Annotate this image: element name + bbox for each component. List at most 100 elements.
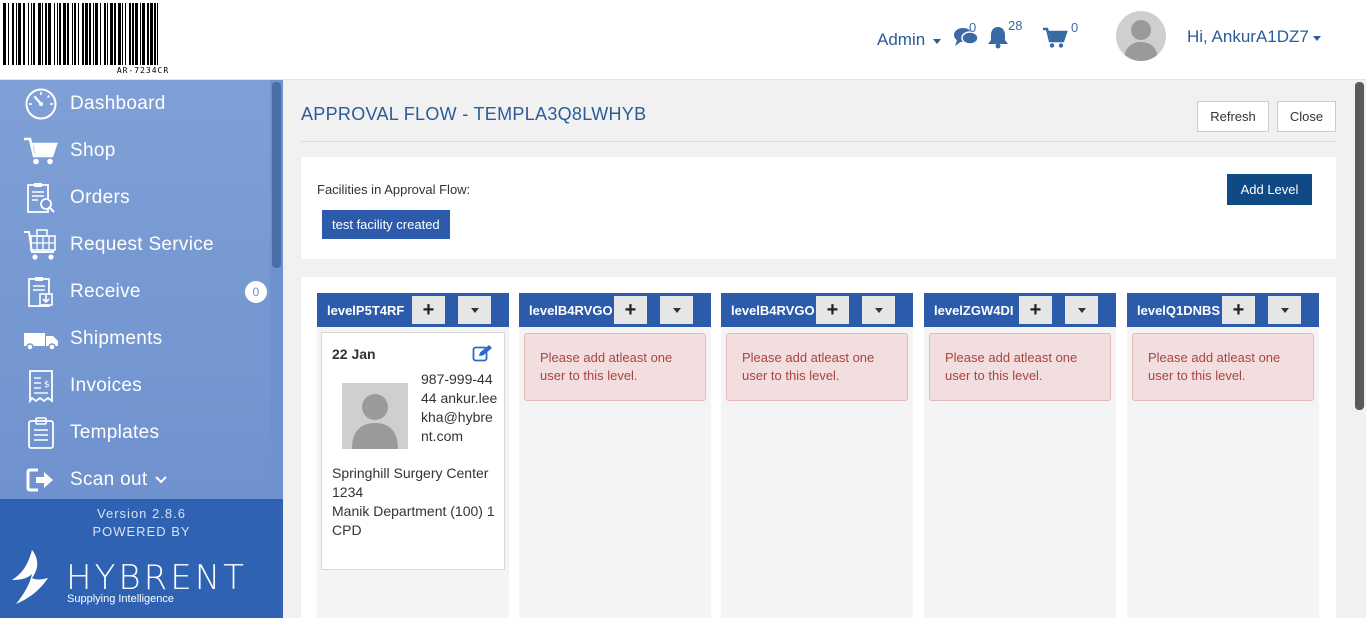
chevron-down-icon bbox=[672, 307, 681, 313]
sidebar-item-request-service[interactable]: Request Service bbox=[0, 221, 270, 268]
facility-tag[interactable]: test facility created bbox=[322, 210, 450, 239]
level-options-dropdown[interactable] bbox=[660, 296, 693, 324]
level-header: levelB4RVGO + bbox=[519, 293, 711, 327]
chevron-down-icon bbox=[933, 38, 942, 44]
sidebar-item-dashboard[interactable]: Dashboard bbox=[0, 80, 270, 127]
powered-by-text: POWERED BY bbox=[92, 524, 191, 539]
barcode-stripe bbox=[158, 3, 160, 65]
level-name: levelQ1DNBS bbox=[1137, 303, 1221, 318]
user-avatar[interactable] bbox=[1116, 11, 1166, 61]
sidebar-scrollbar[interactable] bbox=[270, 80, 283, 499]
page-title: APPROVAL FLOW - TEMPLA3Q8LWHYB bbox=[301, 104, 647, 124]
chevron-down-icon bbox=[1312, 35, 1321, 41]
level-header: levelQ1DNBS + bbox=[1127, 293, 1319, 327]
add-user-button[interactable]: + bbox=[1222, 296, 1255, 324]
add-user-button[interactable]: + bbox=[816, 296, 849, 324]
add-user-button[interactable]: + bbox=[1019, 296, 1052, 324]
bird-logo-icon bbox=[12, 550, 48, 604]
level-column: levelB4RVGO + Please add atleast one use… bbox=[519, 293, 711, 618]
level-options-dropdown[interactable] bbox=[1268, 296, 1301, 324]
barcode-text: AR-7234CR bbox=[116, 66, 170, 75]
close-button[interactable]: Close bbox=[1277, 101, 1336, 132]
orders-icon bbox=[23, 182, 59, 214]
chevron-down-icon bbox=[874, 307, 883, 313]
user-info: Springhill Surgery Center 1234 Manik Dep… bbox=[332, 464, 502, 540]
page-scroll-thumb[interactable] bbox=[1355, 82, 1364, 410]
sidebar-item-invoices[interactable]: $ Invoices bbox=[0, 362, 270, 409]
warning-alert: Please add atleast one user to this leve… bbox=[524, 333, 706, 401]
chevron-down-icon bbox=[1280, 307, 1289, 313]
level-header: levelB4RVGO + bbox=[721, 293, 913, 327]
level-column: levelZGW4DI + Please add atleast one use… bbox=[924, 293, 1116, 618]
sidebar-item-label: Shop bbox=[70, 139, 116, 161]
sidebar-item-shipments[interactable]: Shipments bbox=[0, 315, 270, 362]
sidebar-item-templates[interactable]: Templates bbox=[0, 409, 270, 456]
warning-alert: Please add atleast one user to this leve… bbox=[726, 333, 908, 401]
level-column: levelQ1DNBS + Please add atleast one use… bbox=[1127, 293, 1319, 618]
level-options-dropdown[interactable] bbox=[458, 296, 491, 324]
request-service-icon bbox=[23, 228, 59, 261]
sidebar-item-label: Orders bbox=[70, 186, 130, 208]
barcode-bars bbox=[3, 3, 283, 65]
admin-menu[interactable]: Admin bbox=[877, 30, 942, 50]
logo-word: HYBRENT bbox=[66, 558, 247, 598]
messages-count: 0 bbox=[969, 20, 977, 35]
add-user-button[interactable]: + bbox=[412, 296, 445, 324]
add-user-button[interactable]: + bbox=[614, 296, 647, 324]
sidebar-scroll-thumb[interactable] bbox=[272, 82, 281, 268]
sidebar-item-shop[interactable]: Shop bbox=[0, 127, 270, 174]
level-options-dropdown[interactable] bbox=[862, 296, 895, 324]
refresh-button[interactable]: Refresh bbox=[1197, 101, 1269, 132]
svg-text:$: $ bbox=[44, 380, 50, 390]
sidebar-nav: Dashboard Shop Orders Request Service Re… bbox=[0, 80, 270, 499]
card-date: 22 Jan bbox=[332, 346, 376, 362]
notifications-count: 28 bbox=[1008, 18, 1023, 33]
top-header: AR-7234CR Admin 0 28 0 Hi, AnkurA1DZ7 bbox=[0, 0, 1366, 80]
user-contact: 987-999-4444 ankur.leekha@hybrent.com bbox=[421, 371, 498, 444]
level-name: levelB4RVGO bbox=[529, 303, 613, 318]
user-department: Manik Department (100) 1 bbox=[332, 503, 495, 519]
facilities-panel: Facilities in Approval Flow: test facili… bbox=[301, 157, 1336, 259]
sidebar-item-label: Invoices bbox=[70, 374, 143, 396]
templates-icon bbox=[23, 416, 59, 449]
scan-out-icon bbox=[23, 464, 59, 496]
sidebar: Dashboard Shop Orders Request Service Re… bbox=[0, 80, 283, 618]
sidebar-item-label: Receive bbox=[70, 280, 141, 302]
sidebar-item-label: Templates bbox=[70, 421, 160, 443]
receive-count-badge: 0 bbox=[245, 280, 267, 303]
level-options-dropdown[interactable] bbox=[1065, 296, 1098, 324]
page-scrollbar[interactable] bbox=[1353, 80, 1366, 618]
version-text: Version 2.8.6 bbox=[97, 506, 186, 521]
level-name: levelZGW4DI bbox=[934, 303, 1014, 318]
sidebar-item-scan-out[interactable]: Scan out bbox=[0, 456, 270, 503]
receive-icon bbox=[23, 276, 59, 308]
warning-alert: Please add atleast one user to this leve… bbox=[1132, 333, 1314, 401]
sidebar-item-label: Request Service bbox=[70, 233, 214, 255]
level-header: levelZGW4DI + bbox=[924, 293, 1116, 327]
cart-icon bbox=[23, 135, 59, 167]
barcode-logo: AR-7234CR bbox=[3, 3, 283, 77]
bell-icon[interactable] bbox=[986, 25, 1010, 54]
sidebar-item-label: Dashboard bbox=[70, 92, 166, 114]
title-divider bbox=[301, 141, 1336, 142]
add-level-button[interactable]: Add Level bbox=[1227, 174, 1312, 205]
level-header: levelP5T4RF + bbox=[317, 293, 509, 327]
admin-label: Admin bbox=[877, 30, 926, 49]
sidebar-item-label: Shipments bbox=[70, 327, 163, 349]
user-greeting: Hi, AnkurA1DZ7 bbox=[1187, 27, 1309, 46]
chevron-down-icon bbox=[470, 307, 479, 313]
edit-icon[interactable] bbox=[472, 344, 494, 367]
level-column: levelB4RVGO + Please add atleast one use… bbox=[721, 293, 913, 618]
truck-icon bbox=[23, 323, 59, 355]
chevron-down-icon bbox=[155, 475, 168, 484]
cart-icon[interactable] bbox=[1042, 27, 1068, 54]
user-code: CPD bbox=[332, 522, 362, 538]
dashboard-icon bbox=[23, 88, 59, 120]
sidebar-item-receive[interactable]: Receive 0 bbox=[0, 268, 270, 315]
main-content: APPROVAL FLOW - TEMPLA3Q8LWHYB Refresh C… bbox=[283, 80, 1353, 618]
sidebar-item-orders[interactable]: Orders bbox=[0, 174, 270, 221]
logo-tagline: Supplying Intelligence bbox=[67, 593, 175, 605]
user-menu[interactable]: Hi, AnkurA1DZ7 bbox=[1187, 27, 1321, 47]
user-card: 22 Jan 987-999-4444 ankur.leekha@hybrent… bbox=[321, 332, 505, 570]
level-name: levelB4RVGO bbox=[731, 303, 815, 318]
